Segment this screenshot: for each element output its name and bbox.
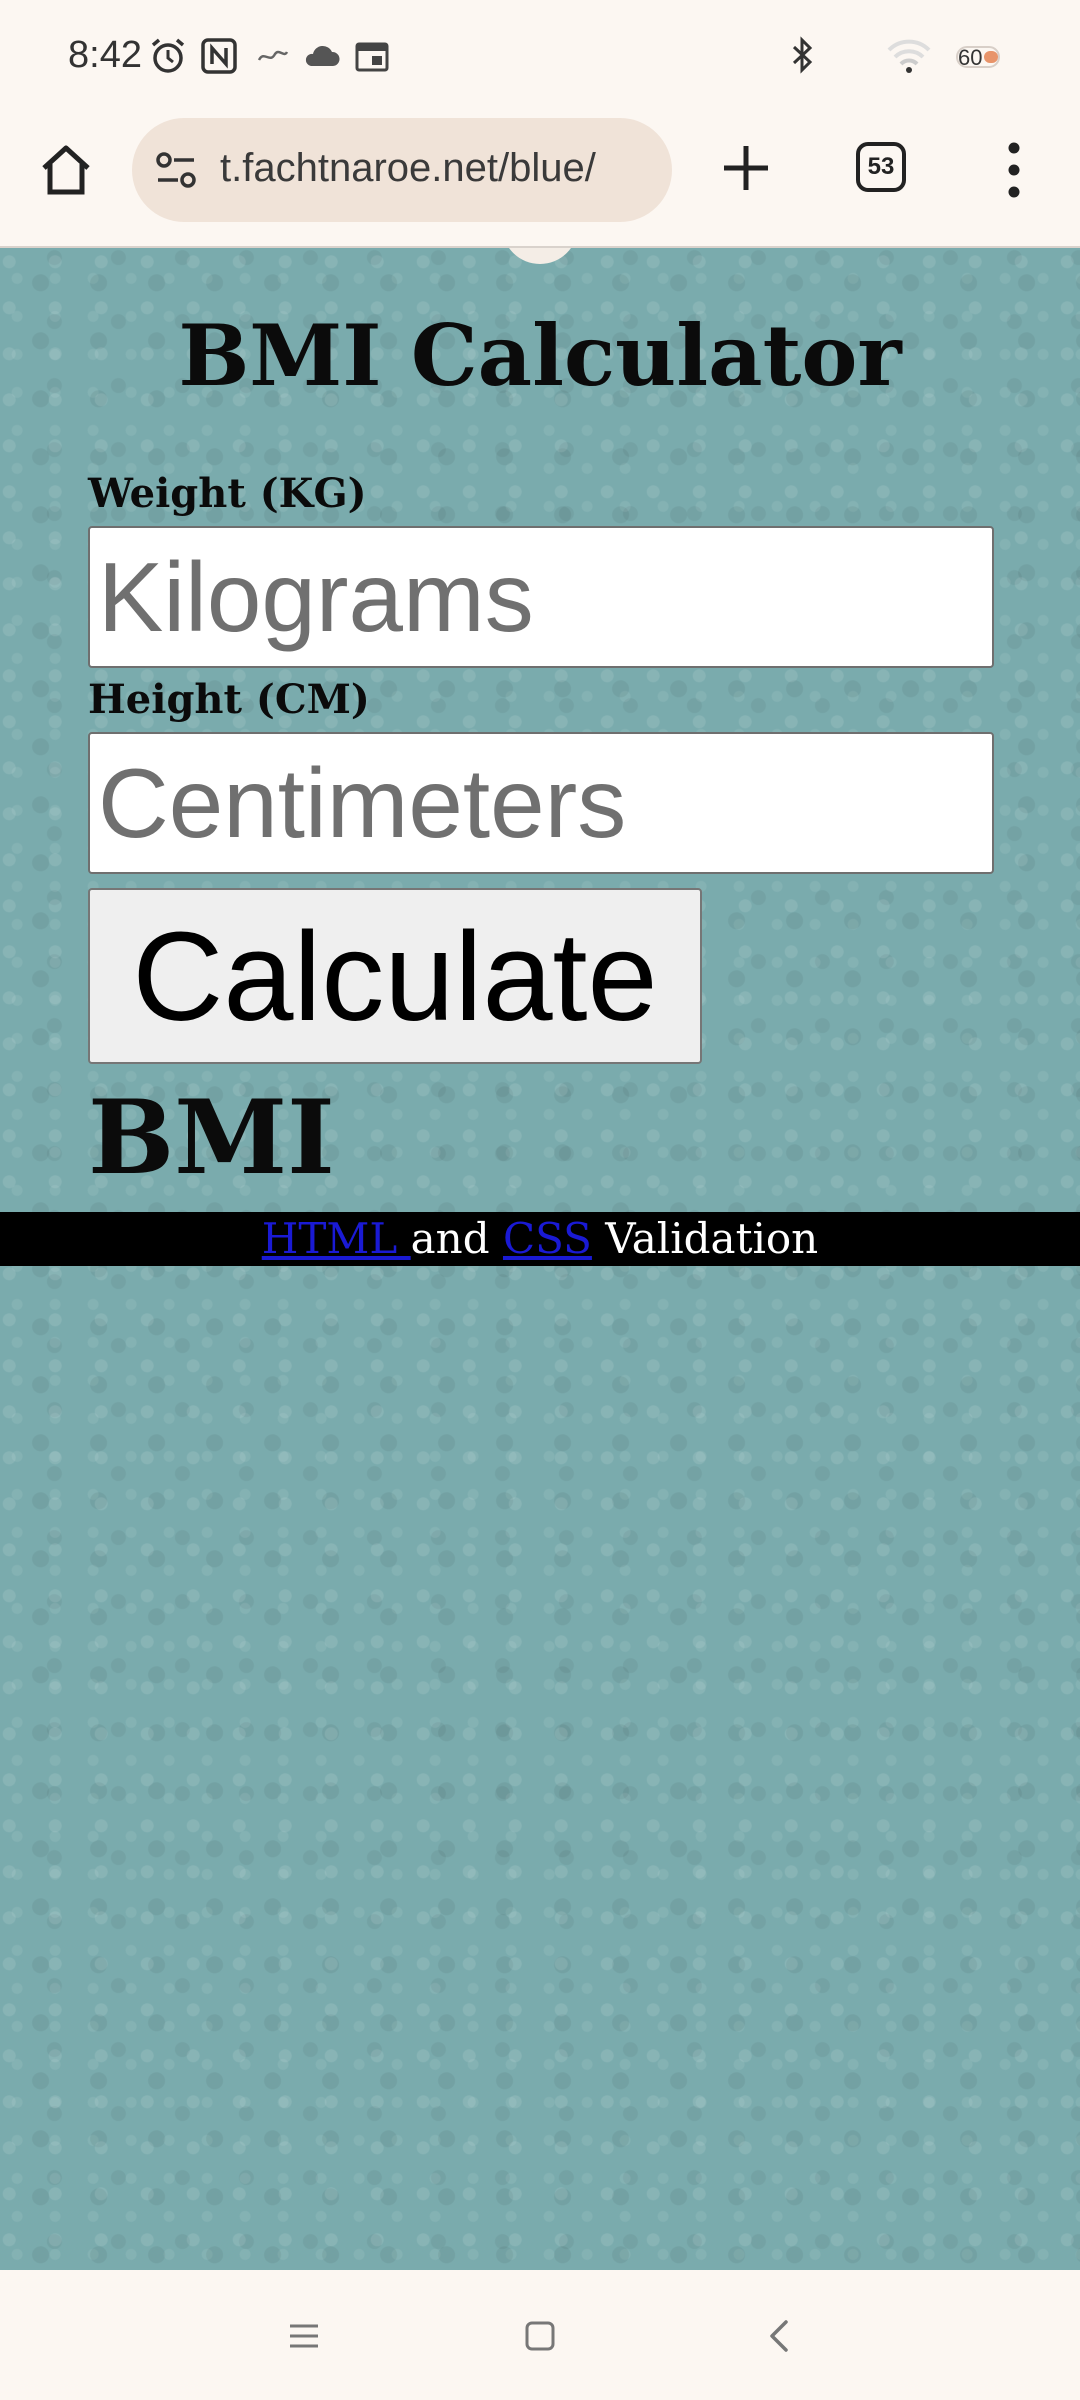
cloud-icon — [305, 45, 340, 66]
calendar-icon — [355, 42, 389, 72]
address-bar[interactable]: t.fachtnaroe.net/blue/ — [132, 118, 672, 222]
url-text[interactable]: t.fachtnaroe.net/blue/ — [220, 146, 660, 191]
bluetooth-icon — [792, 36, 813, 74]
new-tab-plus-icon[interactable] — [716, 138, 776, 198]
footer-validation-text: Validation — [591, 1214, 819, 1263]
nfc-icon — [201, 38, 237, 74]
page-title: BMI Calculator — [178, 306, 902, 405]
height-input[interactable] — [88, 732, 994, 874]
weight-input[interactable] — [88, 526, 994, 668]
css-validation-link[interactable]: CSS — [503, 1214, 592, 1263]
html-validation-link[interactable]: HTML — [262, 1214, 411, 1263]
system-nav-bar — [0, 2270, 1080, 2400]
recent-apps-icon[interactable] — [282, 2314, 326, 2358]
battery-icon — [956, 46, 1000, 68]
home-nav-icon[interactable] — [518, 2314, 562, 2358]
tab-switcher-icon[interactable]: 53 — [856, 142, 906, 192]
site-settings-icon[interactable] — [154, 150, 198, 190]
page-content: BMI Calculator Weight (KG) Height (CM) C… — [0, 248, 1080, 2270]
status-time: 8:42 — [68, 34, 142, 76]
tab-count: 53 — [867, 153, 895, 180]
bmi-result: BMI — [88, 1078, 335, 1198]
status-bar: 8:42 60 — [0, 0, 1080, 118]
overflow-menu-icon[interactable] — [996, 138, 1032, 202]
browser-toolbar: t.fachtnaroe.net/blue/ 53 — [0, 118, 1080, 248]
height-label: Height (CM) — [88, 676, 370, 723]
home-icon[interactable] — [36, 140, 96, 200]
wifi-icon — [887, 39, 931, 73]
scroll-nub — [502, 248, 578, 264]
alarm-icon — [151, 38, 185, 73]
calculate-button[interactable]: Calculate — [88, 888, 702, 1064]
app-notification-icon — [257, 50, 289, 61]
back-icon[interactable] — [758, 2314, 802, 2358]
validation-footer: HTML and CSS Validation — [0, 1212, 1080, 1266]
footer-and-text: and — [410, 1214, 503, 1263]
weight-label: Weight (KG) — [88, 470, 367, 517]
